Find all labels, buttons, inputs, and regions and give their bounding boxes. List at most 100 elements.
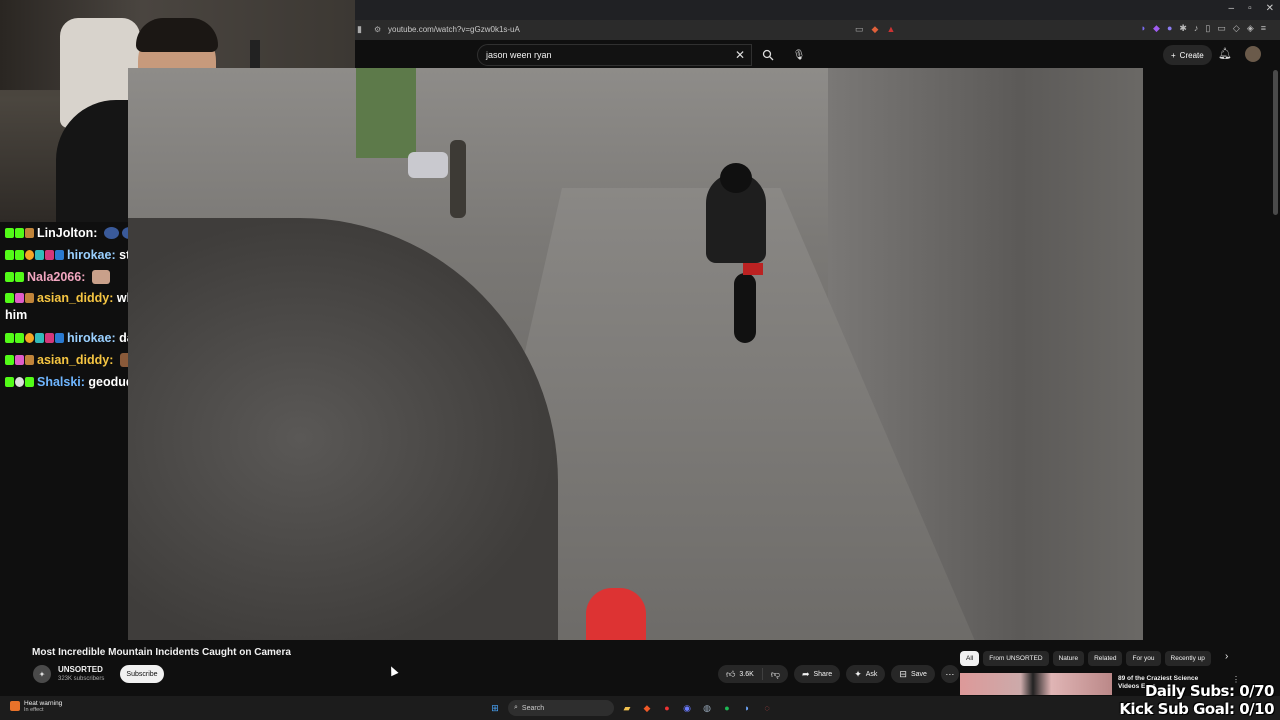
gift-badge-icon: [25, 355, 34, 365]
share-label: Share: [813, 670, 833, 678]
menu-icon[interactable]: ≡: [1261, 23, 1266, 34]
like-dislike-group: 👍︎ 3.6K 👎︎: [718, 665, 788, 683]
save-button[interactable]: ⊟ Save: [891, 665, 935, 683]
ask-label: Ask: [865, 670, 878, 678]
like-button[interactable]: 👍︎ 3.6K: [718, 665, 762, 683]
file-explorer-icon[interactable]: ▰: [620, 701, 634, 715]
channel-avatar[interactable]: ✦: [33, 665, 51, 683]
video-bystander: [450, 140, 466, 218]
chip-recently-uploaded[interactable]: Recently up: [1164, 651, 1211, 666]
youtube-header: jason ween ryan ✕ 🎙︎ + Create 🔔︎: [355, 40, 1280, 70]
share-icon: ➦: [801, 668, 810, 679]
tabs-icon[interactable]: ▭: [1217, 23, 1226, 34]
chip-from-channel[interactable]: From UNSORTED: [983, 651, 1049, 666]
bike-taillight: [743, 263, 763, 275]
puzzle-icon[interactable]: ✱: [1179, 23, 1187, 34]
chat-username[interactable]: LinJolton:: [37, 226, 97, 240]
badge-icon: [25, 377, 34, 387]
vip-badge-icon: [15, 355, 24, 365]
bookmark-icon[interactable]: ▮: [357, 24, 362, 35]
rewards-icon[interactable]: ▲: [886, 24, 895, 35]
screen: – ▫ ✕ ▮ ⚙ youtube.com/watch?v=gGzw0k1s-u…: [0, 0, 1280, 720]
account-avatar[interactable]: [1245, 46, 1261, 62]
coin-badge-icon: [25, 250, 34, 260]
taskbar-search[interactable]: ⌕ Search: [508, 700, 614, 716]
share-button[interactable]: ➦ Share: [793, 665, 841, 683]
badge-icon: [55, 333, 64, 343]
subscriber-count: 323K subscribers: [58, 676, 105, 682]
chip-for-you[interactable]: For you: [1126, 651, 1161, 666]
chat-username[interactable]: hirokae:: [67, 331, 116, 345]
streamer-hair: [136, 18, 218, 52]
address-bar[interactable]: ▮ ⚙ youtube.com/watch?v=gGzw0k1s-uA ▭ ◆ …: [355, 20, 1280, 40]
notifications-bell-icon[interactable]: 🔔︎: [1218, 47, 1232, 60]
search-input[interactable]: jason ween ryan: [486, 50, 552, 60]
more-actions-button[interactable]: ⋯: [940, 665, 959, 683]
steam-icon[interactable]: ◍: [700, 701, 714, 715]
chat-username[interactable]: Nala2066:: [27, 270, 85, 284]
create-button[interactable]: + Create: [1163, 45, 1212, 65]
chip-related[interactable]: Related: [1088, 651, 1123, 666]
taskbar-search-label: Search: [521, 704, 545, 712]
spotify-icon[interactable]: ●: [720, 701, 734, 715]
gift-badge-icon: [45, 250, 54, 260]
video-rocks: [128, 218, 558, 640]
extension-icon[interactable]: ◆: [1153, 23, 1160, 34]
clear-search-icon[interactable]: ✕: [735, 48, 745, 62]
windows-start-icon[interactable]: ⊞: [488, 701, 502, 715]
chat-username[interactable]: asian_diddy:: [37, 353, 113, 367]
weather-widget[interactable]: Heat warning In effect: [10, 700, 62, 713]
search-box[interactable]: jason ween ryan ✕: [477, 44, 752, 66]
search-icon: ⌕: [514, 704, 518, 711]
wallet-icon[interactable]: ◇: [1233, 23, 1240, 34]
search-button[interactable]: [752, 44, 784, 66]
url-text[interactable]: youtube.com/watch?v=gGzw0k1s-uA: [388, 25, 520, 34]
brave-browser-icon[interactable]: ◆: [640, 701, 654, 715]
subscribe-button[interactable]: Subscribe: [120, 665, 164, 683]
badge-icon: [35, 250, 44, 260]
dislike-button[interactable]: 👎︎: [763, 665, 788, 683]
extension-icon[interactable]: ●: [1167, 23, 1172, 34]
discord-icon[interactable]: ◉: [680, 701, 694, 715]
minimize-icon[interactable]: –: [1229, 3, 1235, 14]
channel-logo-icon: ✦: [38, 669, 46, 679]
chip-all[interactable]: All: [960, 651, 980, 666]
kick-badge-icon: [5, 333, 14, 343]
taskbar-apps: ⊞ ⌕ Search ▰ ◆ ● ◉ ◍ ● ◗ ◌: [488, 700, 774, 716]
maximize-icon[interactable]: ▫: [1248, 3, 1252, 14]
voice-search-button[interactable]: 🎙︎: [788, 44, 810, 66]
opera-icon[interactable]: ●: [660, 701, 674, 715]
install-icon[interactable]: ▭: [855, 24, 864, 35]
kick-badge-icon: [5, 272, 14, 282]
video-actions: 👍︎ 3.6K 👎︎ ➦ Share ✦ Ask ⊟ Save ⋯: [718, 665, 959, 683]
video-car: [408, 152, 448, 178]
close-window-icon[interactable]: ✕: [1266, 3, 1274, 14]
kick-badge-icon: [5, 293, 14, 303]
extension-icon[interactable]: ◗: [1141, 23, 1146, 34]
sidebar-icon[interactable]: ▯: [1205, 23, 1210, 34]
ask-button[interactable]: ✦ Ask: [846, 665, 886, 683]
like-count: 3.6K: [739, 670, 754, 678]
chat-username[interactable]: Shalski:: [37, 375, 85, 389]
app-icon[interactable]: ◌: [760, 701, 774, 715]
vpn-icon[interactable]: ◈: [1247, 23, 1254, 34]
brave-shield-icon[interactable]: ◆: [872, 24, 879, 35]
emote-icon: [91, 270, 110, 284]
video-player[interactable]: [128, 68, 1143, 640]
site-info-icon[interactable]: ⚙: [374, 25, 381, 34]
kick-badge-icon: [5, 250, 14, 260]
chip-nature[interactable]: Nature: [1052, 651, 1085, 666]
recommended-thumbnail[interactable]: [960, 673, 1112, 695]
badge-icon: [55, 250, 64, 260]
create-label: Create: [1179, 50, 1204, 60]
media-icon[interactable]: ♪: [1194, 23, 1199, 34]
chevron-right-icon[interactable]: ›: [1225, 651, 1228, 662]
search-icon: [762, 49, 774, 61]
channel-name[interactable]: UNSORTED: [58, 665, 103, 674]
thumbs-down-icon: 👎︎: [770, 668, 780, 679]
chat-username[interactable]: hirokae:: [67, 248, 116, 262]
app-icon[interactable]: ◗: [740, 701, 754, 715]
page-scrollbar[interactable]: [1273, 70, 1278, 215]
chat-username[interactable]: asian_diddy:: [37, 291, 113, 305]
sub-badge-icon: [15, 333, 24, 343]
